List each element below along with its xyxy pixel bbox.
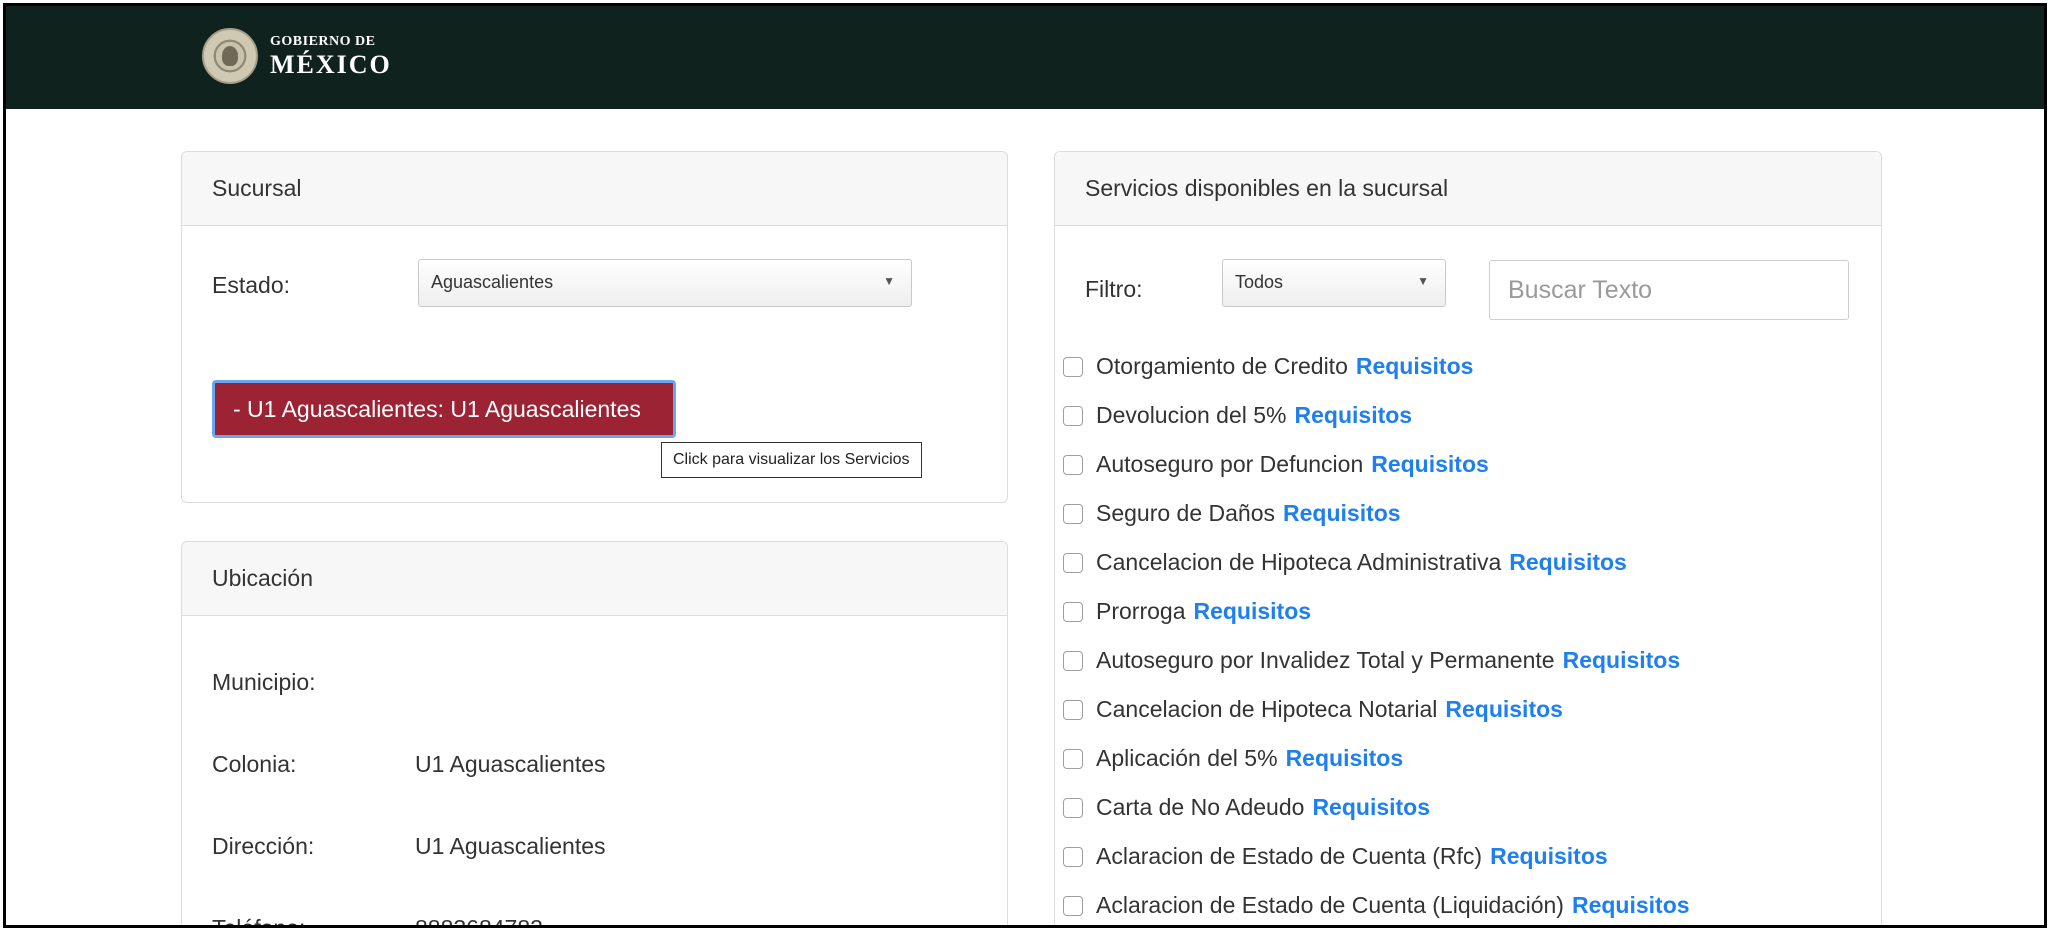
direccion-label: Dirección: bbox=[212, 833, 315, 859]
service-checkbox[interactable] bbox=[1063, 356, 1083, 377]
requisitos-link[interactable]: Requisitos bbox=[1371, 451, 1489, 478]
requisitos-link[interactable]: Requisitos bbox=[1572, 892, 1690, 919]
requisitos-link[interactable]: Requisitos bbox=[1356, 353, 1474, 380]
service-item: Carta de No Adeudo Requisitos bbox=[1063, 783, 1690, 832]
browser-viewport: GOBIERNO DE MÉXICO Sucursal Estado: Agua… bbox=[3, 3, 2047, 928]
sucursal-button-tooltip: Click para visualizar los Servicios bbox=[661, 442, 922, 478]
service-item: Aclaracion de Estado de Cuenta (Rfc) Requ… bbox=[1063, 832, 1690, 881]
municipio-label: Municipio: bbox=[212, 669, 316, 695]
service-item: Aplicación del 5% Requisitos bbox=[1063, 734, 1690, 783]
requisitos-link[interactable]: Requisitos bbox=[1563, 647, 1681, 674]
services-list: Otorgamiento de Credito Requisitos Devoluc… bbox=[1063, 342, 1690, 925]
service-name: Aclaracion de Estado de Cuenta (Rfc) bbox=[1096, 843, 1483, 869]
service-checkbox[interactable] bbox=[1063, 552, 1083, 573]
requisitos-link[interactable]: Requisitos bbox=[1286, 745, 1404, 772]
search-input[interactable] bbox=[1489, 260, 1849, 320]
service-item: Cancelacion de Hipoteca Administrativa Re… bbox=[1063, 538, 1690, 587]
requisitos-link[interactable]: Requisitos bbox=[1490, 843, 1608, 870]
service-checkbox[interactable] bbox=[1063, 454, 1083, 475]
filtro-select[interactable]: Todos ▼ bbox=[1222, 259, 1446, 307]
service-checkbox[interactable] bbox=[1063, 650, 1083, 671]
requisitos-link[interactable]: Requisitos bbox=[1295, 402, 1413, 429]
sucursal-panel: Sucursal Estado: Aguascalientes ▼ - U1 A… bbox=[181, 151, 1008, 503]
service-checkbox[interactable] bbox=[1063, 846, 1083, 867]
service-item: Devolucion del 5% Requisitos bbox=[1063, 391, 1690, 440]
service-name: Carta de No Adeudo bbox=[1096, 794, 1305, 820]
requisitos-link[interactable]: Requisitos bbox=[1312, 794, 1430, 821]
filtro-label: Filtro: bbox=[1085, 276, 1143, 302]
colonia-value: U1 Aguascalientes bbox=[415, 751, 606, 777]
service-item: Autoseguro por Invalidez Total y Permane… bbox=[1063, 636, 1690, 685]
requisitos-link[interactable]: Requisitos bbox=[1283, 500, 1401, 527]
national-seal-icon bbox=[202, 28, 258, 84]
service-checkbox[interactable] bbox=[1063, 601, 1083, 622]
service-name: Seguro de Daños bbox=[1096, 500, 1276, 526]
ubicacion-panel-title: Ubicación bbox=[182, 542, 1007, 616]
service-checkbox[interactable] bbox=[1063, 895, 1083, 916]
telefono-label: Teléfono: bbox=[212, 915, 306, 928]
service-name: Aplicación del 5% bbox=[1096, 745, 1278, 771]
service-checkbox[interactable] bbox=[1063, 503, 1083, 524]
service-name: Cancelacion de Hipoteca Notarial bbox=[1096, 696, 1438, 722]
chevron-down-icon: ▼ bbox=[883, 274, 895, 288]
servicios-panel: Servicios disponibles en la sucursal Fil… bbox=[1054, 151, 1882, 925]
estado-select-value: Aguascalientes bbox=[431, 272, 554, 292]
service-name: Cancelacion de Hipoteca Administrativa bbox=[1096, 549, 1502, 575]
direccion-value: U1 Aguascalientes bbox=[415, 833, 606, 859]
service-item: Prorroga Requisitos bbox=[1063, 587, 1690, 636]
service-name: Devolucion del 5% bbox=[1096, 402, 1287, 428]
estado-label: Estado: bbox=[212, 272, 290, 298]
logo-text: GOBIERNO DE MÉXICO bbox=[270, 33, 392, 79]
service-item: Autoseguro por Defuncion Requisitos bbox=[1063, 440, 1690, 489]
filtro-select-value: Todos bbox=[1235, 272, 1284, 292]
top-navbar: GOBIERNO DE MÉXICO bbox=[6, 6, 2044, 109]
service-checkbox[interactable] bbox=[1063, 405, 1083, 426]
telefono-value: 8883684783 bbox=[415, 915, 543, 928]
logo-line1: GOBIERNO DE bbox=[270, 33, 376, 49]
ubicacion-panel: Ubicación Municipio: Colonia: U1 Aguasca… bbox=[181, 541, 1008, 928]
service-name: Autoseguro por Defuncion bbox=[1096, 451, 1364, 477]
servicios-panel-title: Servicios disponibles en la sucursal bbox=[1055, 152, 1881, 226]
service-item: Cancelacion de Hipoteca Notarial Requisit… bbox=[1063, 685, 1690, 734]
service-name: Otorgamiento de Credito bbox=[1096, 353, 1348, 379]
service-name: Aclaracion de Estado de Cuenta (Liquidac… bbox=[1096, 892, 1564, 918]
service-name: Autoseguro por Invalidez Total y Permane… bbox=[1096, 647, 1555, 673]
logo-line2: MÉXICO bbox=[270, 49, 392, 79]
service-item: Seguro de Daños Requisitos bbox=[1063, 489, 1690, 538]
service-item: Aclaracion de Estado de Cuenta (Liquidac… bbox=[1063, 881, 1690, 925]
service-name: Prorroga bbox=[1096, 598, 1186, 624]
requisitos-link[interactable]: Requisitos bbox=[1445, 696, 1563, 723]
chevron-down-icon: ▼ bbox=[1417, 274, 1429, 288]
service-item: Otorgamiento de Credito Requisitos bbox=[1063, 342, 1690, 391]
requisitos-link[interactable]: Requisitos bbox=[1193, 598, 1311, 625]
service-checkbox[interactable] bbox=[1063, 699, 1083, 720]
service-checkbox[interactable] bbox=[1063, 797, 1083, 818]
estado-select[interactable]: Aguascalientes ▼ bbox=[418, 259, 912, 307]
sucursal-button[interactable]: - U1 Aguascalientes: U1 Aguascalientes bbox=[212, 380, 676, 438]
colonia-label: Colonia: bbox=[212, 751, 297, 777]
gobierno-mexico-logo[interactable]: GOBIERNO DE MÉXICO bbox=[202, 24, 392, 88]
sucursal-panel-title: Sucursal bbox=[182, 152, 1007, 226]
requisitos-link[interactable]: Requisitos bbox=[1509, 549, 1627, 576]
service-checkbox[interactable] bbox=[1063, 748, 1083, 769]
